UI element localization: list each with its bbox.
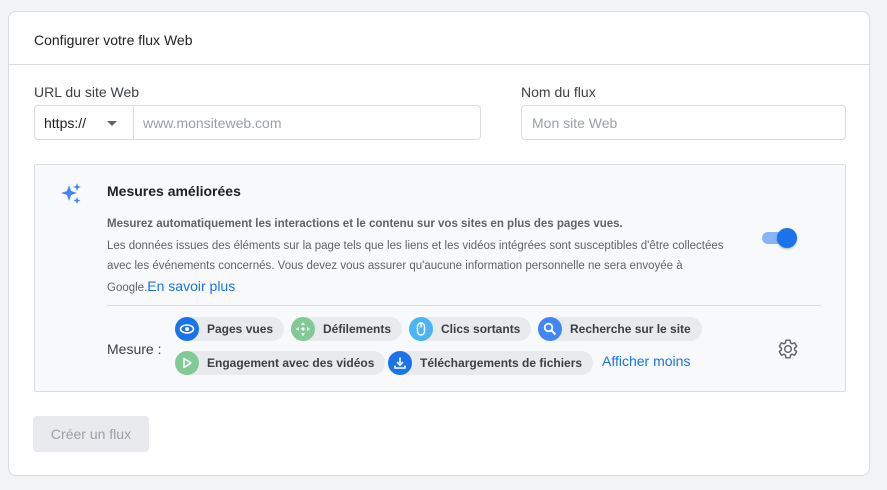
chip-scrolls[interactable]: Défilements (291, 317, 403, 341)
enhanced-measurement-panel: Mesures améliorées Mesurez automatiqueme… (34, 164, 846, 392)
enhanced-measurement-description: Les données issues des éléments sur la p… (107, 236, 737, 298)
chip-label: Téléchargements de fichiers (420, 356, 583, 370)
url-field-label: URL du site Web (34, 84, 140, 100)
page-title: Configurer votre flux Web (34, 32, 193, 48)
protocol-value: https:// (44, 114, 87, 131)
enhanced-measurement-title: Mesures améliorées (107, 183, 241, 199)
dropdown-arrow-icon (107, 121, 117, 126)
create-stream-button[interactable]: Créer un flux (33, 416, 149, 452)
chip-outbound-clicks[interactable]: Clics sortants (409, 317, 532, 341)
chip-label: Clics sortants (441, 322, 521, 336)
chip-label: Pages vues (207, 322, 274, 336)
scroll-arrows-icon (291, 317, 315, 341)
download-icon (388, 351, 412, 375)
chip-label: Engagement avec des vidéos (207, 356, 375, 370)
url-input[interactable] (134, 106, 480, 139)
card-header: Configurer votre flux Web (9, 12, 869, 65)
chip-page-views[interactable]: Pages vues (175, 317, 285, 341)
enhanced-measurement-summary: Mesurez automatiquement les interactions… (107, 218, 623, 230)
chip-video-engagement[interactable]: Engagement avec des vidéos (175, 351, 386, 375)
eye-icon (175, 317, 199, 341)
show-less-link[interactable]: Afficher moins (602, 353, 690, 369)
stream-name-label: Nom du flux (521, 84, 596, 100)
play-icon (175, 351, 199, 375)
divider (107, 305, 821, 306)
chip-label: Recherche sur le site (570, 322, 691, 336)
chip-file-downloads[interactable]: Téléchargements de fichiers (388, 351, 594, 375)
search-icon (538, 317, 562, 341)
enhanced-measurement-toggle[interactable] (762, 227, 798, 249)
configure-stream-card: Configurer votre flux Web URL du site We… (8, 11, 870, 476)
chip-label: Défilements (323, 322, 392, 336)
url-field-group: https:// (34, 105, 481, 140)
measure-label: Mesure : (107, 341, 162, 357)
chip-site-search[interactable]: Recherche sur le site (538, 317, 702, 341)
toggle-knob (777, 228, 797, 248)
sparkle-icon (61, 183, 81, 204)
gear-icon[interactable] (777, 338, 799, 360)
learn-more-link[interactable]: En savoir plus (147, 278, 235, 294)
mouse-icon (409, 317, 433, 341)
stream-name-input[interactable] (521, 105, 846, 140)
protocol-select[interactable]: https:// (35, 106, 134, 139)
